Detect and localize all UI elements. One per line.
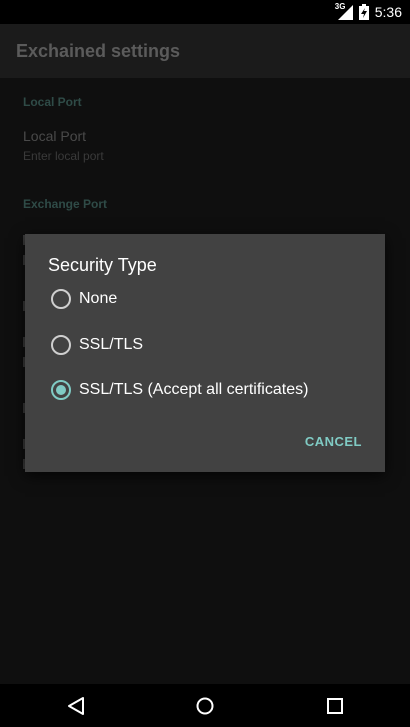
- option-ssl-tls[interactable]: SSL/TLS: [51, 328, 361, 362]
- local-port-title: Local Port: [23, 128, 87, 144]
- option-none[interactable]: None: [51, 282, 361, 316]
- network-type-label: 3G: [334, 2, 346, 11]
- cancel-button[interactable]: CANCEL: [305, 434, 362, 449]
- status-icons: 3G 5:36: [334, 2, 402, 21]
- home-icon[interactable]: [192, 693, 218, 719]
- app-bar: Exchained settings: [0, 24, 410, 78]
- option-label: SSL/TLS: [79, 336, 144, 353]
- radio-button-selected[interactable]: [51, 380, 71, 400]
- recents-icon[interactable]: [322, 693, 348, 719]
- battery-icon: [358, 4, 369, 20]
- navigation-bar: [0, 684, 410, 727]
- section-header-exchange-port: Exchange Port: [23, 197, 108, 211]
- option-label: SSL/TLS (Accept all certificates): [79, 381, 309, 398]
- back-icon[interactable]: [63, 693, 89, 719]
- signal-icon: 3G: [334, 2, 353, 20]
- security-type-dialog: Security Type None SSL/TLS SSL/TLS (Acce…: [25, 234, 385, 472]
- option-label: None: [79, 290, 118, 307]
- local-port-summary: Enter local port: [23, 149, 104, 163]
- status-bar: 3G 5:36: [0, 0, 410, 24]
- option-ssl-tls-accept-all[interactable]: SSL/TLS (Accept all certificates): [51, 373, 361, 407]
- radio-button[interactable]: [51, 335, 71, 355]
- dialog-title: Security Type: [48, 255, 157, 275]
- section-header-local-port: Local Port: [23, 95, 82, 109]
- clock: 5:36: [374, 4, 402, 20]
- page-title: Exchained settings: [16, 41, 181, 61]
- radio-button[interactable]: [51, 289, 71, 309]
